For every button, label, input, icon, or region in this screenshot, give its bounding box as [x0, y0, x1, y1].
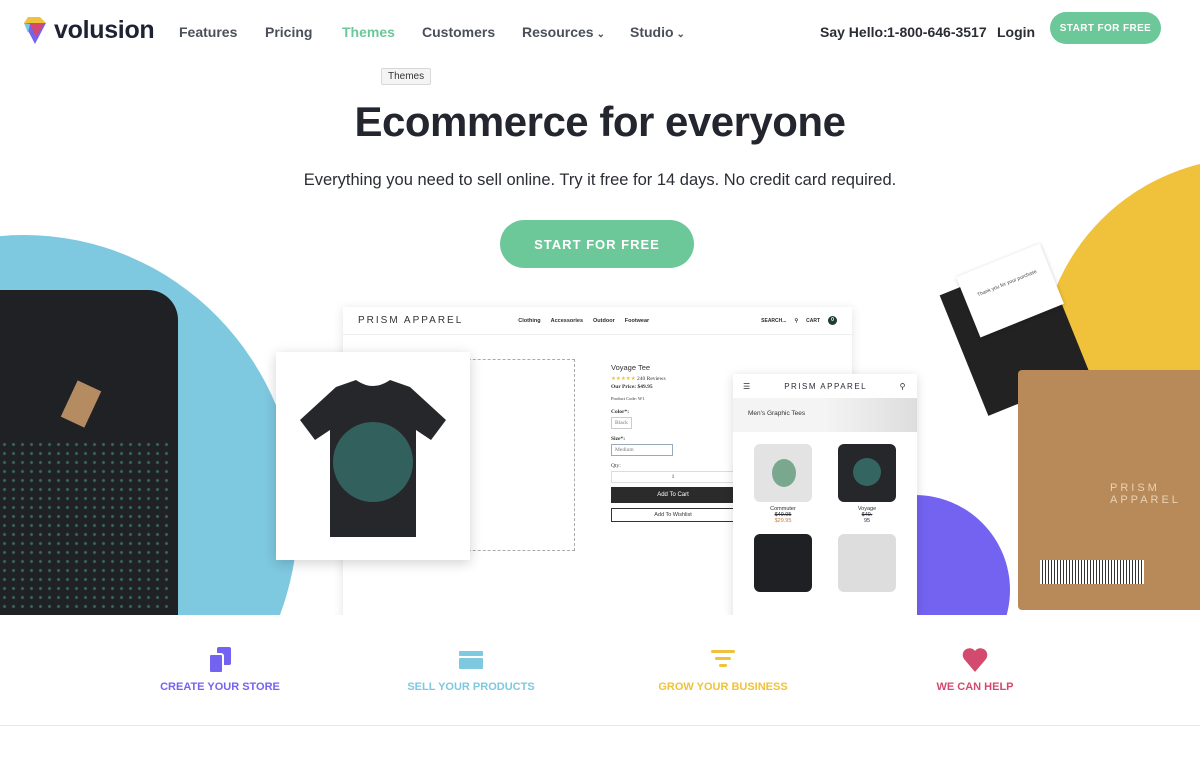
product-image-card: [276, 352, 470, 560]
mobile-product: [743, 528, 823, 598]
nav-themes[interactable]: Themes: [342, 24, 395, 40]
size-label: Size*:: [611, 436, 626, 442]
features-row: CREATE YOUR STORE SELL YOUR PRODUCTS GRO…: [0, 615, 1200, 726]
shipping-box-image: PRISM APPAREL: [1018, 370, 1200, 610]
rating-stars: ★★★★★: [611, 376, 636, 382]
mockup-search: SEARCH...: [761, 317, 787, 324]
pages-icon: [208, 647, 231, 673]
chevron-down-icon: ⌄: [676, 29, 685, 40]
heart-icon: [962, 648, 988, 672]
price-tag: [60, 380, 102, 428]
sale-price: 95: [863, 518, 871, 524]
volusion-logo-icon: [24, 16, 46, 44]
size-select: Medium: [611, 444, 673, 456]
feature-label: CREATE YOUR STORE: [160, 681, 280, 693]
mockup-link: Accessories: [550, 317, 584, 324]
mockup-link: Footwear: [624, 317, 650, 324]
mobile-product: [827, 528, 907, 598]
start-for-free-hero-button[interactable]: START FOR FREE: [500, 220, 694, 268]
hero-title: Ecommerce for everyone: [354, 98, 846, 145]
product-price: Our Price: $49.95: [611, 384, 653, 390]
mobile-mockup: ☰ PRISM APPAREL ⚲ Men's Graphic Tees Commu…: [733, 374, 917, 615]
start-for-free-nav-button[interactable]: START FOR FREE: [1050, 12, 1161, 44]
mockup-link: Outdoor: [593, 317, 615, 324]
mobile-product: Voyage $49. 95: [827, 440, 907, 524]
search-icon: ⚲: [899, 381, 907, 391]
search-icon: ⚲: [794, 317, 799, 324]
nav-features[interactable]: Features: [179, 24, 237, 40]
product-details: Voyage Tee ★★★★★ 240 Reviews Our Price: …: [611, 363, 735, 522]
color-select: Black: [611, 417, 632, 429]
chevron-down-icon: ⌄: [596, 29, 605, 40]
box-brand: PRISM APPAREL: [1110, 482, 1181, 506]
product-code: Product Code: W1: [611, 396, 645, 401]
login-link[interactable]: Login: [997, 24, 1035, 40]
logo[interactable]: volusion: [22, 16, 155, 45]
feature-grow-business[interactable]: GROW YOUR BUSINESS: [623, 645, 823, 693]
nav-resources-label: Resources: [522, 24, 594, 40]
reviews: 240 Reviews: [637, 376, 666, 382]
tshirt-image: [0, 290, 178, 615]
add-to-cart-button: Add To Cart: [611, 487, 735, 503]
product-name: Voyage Tee: [611, 363, 651, 372]
nav-resources[interactable]: Resources ⌄: [522, 24, 605, 40]
feature-label: WE CAN HELP: [936, 681, 1014, 693]
mobile-banner: Men's Graphic Tees: [733, 398, 917, 432]
mobile-product: Commuter $49.95 $29.95: [743, 440, 823, 524]
feature-label: SELL YOUR PRODUCTS: [407, 681, 535, 693]
color-label: Color*:: [611, 409, 630, 415]
mockup-cart: CART: [806, 317, 820, 324]
nav-pricing[interactable]: Pricing: [265, 24, 312, 40]
card-icon: [459, 651, 483, 669]
add-to-wishlist-button: Add To Wishlist: [611, 508, 735, 522]
tshirt-icon: [300, 380, 446, 537]
qty-label: Qty:: [611, 463, 621, 469]
menu-icon: ☰: [743, 381, 752, 391]
mobile-brand: PRISM APPAREL: [784, 381, 868, 391]
mockup-brand: PRISM APPAREL: [358, 315, 464, 326]
nav-customers[interactable]: Customers: [422, 24, 495, 40]
feature-label: GROW YOUR BUSINESS: [658, 681, 788, 693]
feature-sell-products[interactable]: SELL YOUR PRODUCTS: [371, 645, 571, 693]
logo-text: volusion: [54, 16, 155, 44]
tooltip: Themes: [381, 68, 432, 85]
funnel-icon: [711, 650, 735, 667]
feature-create-store[interactable]: CREATE YOUR STORE: [120, 645, 320, 693]
nav-studio[interactable]: Studio ⌄: [630, 24, 685, 40]
phone-link[interactable]: 1-800-646-3517: [887, 24, 987, 40]
cart-count: 0: [828, 316, 837, 325]
say-hello-label: Say Hello:: [820, 24, 888, 40]
feature-we-can-help[interactable]: WE CAN HELP: [875, 645, 1075, 693]
top-nav: volusion Features Pricing Themes Custome…: [0, 0, 1200, 62]
nav-studio-label: Studio: [630, 24, 674, 40]
barcode: [1040, 560, 1144, 584]
qty-input: 1: [611, 471, 735, 483]
mockup-link: Clothing: [518, 317, 541, 324]
sale-price: $29.95: [774, 518, 792, 524]
